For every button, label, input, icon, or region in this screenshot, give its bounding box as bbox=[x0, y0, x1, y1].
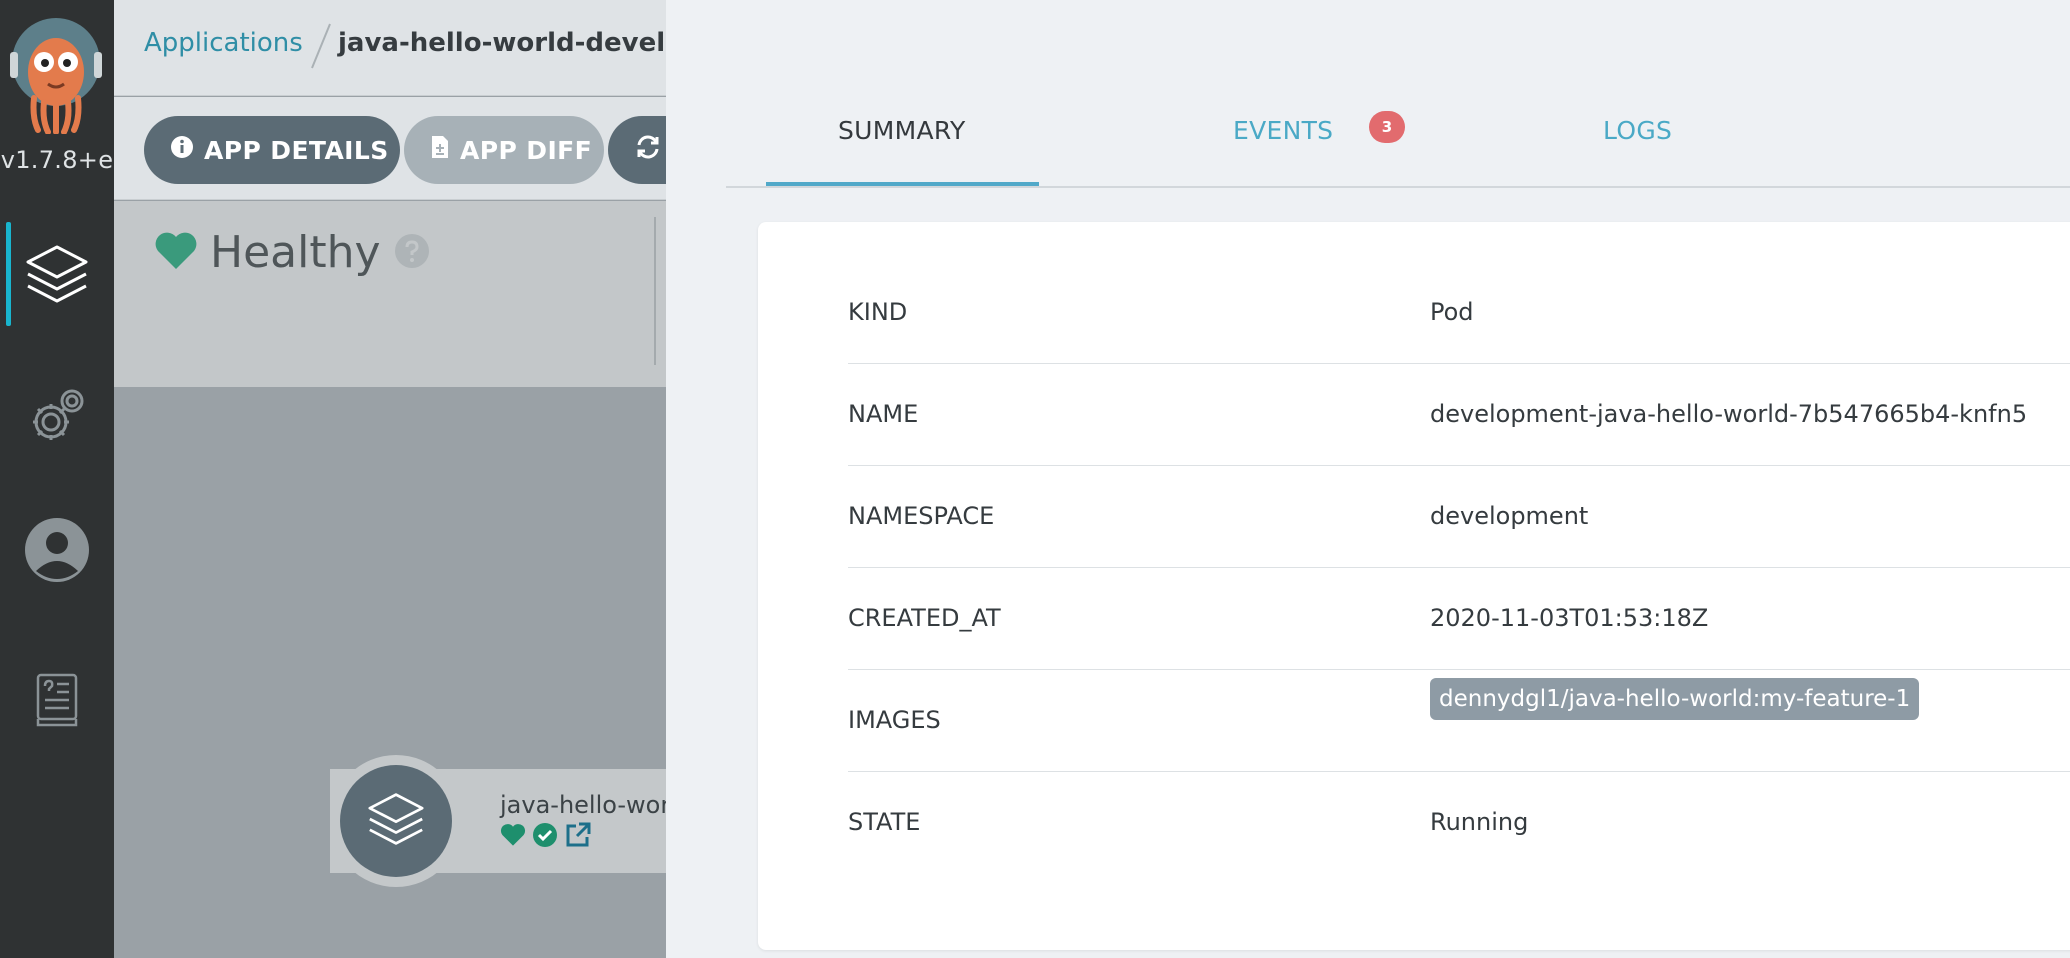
summary-row-state: STATE Running bbox=[848, 772, 2070, 874]
active-tab-indicator bbox=[766, 182, 1039, 186]
sidebar-item-documentation[interactable] bbox=[0, 648, 114, 752]
version-label: v1.7.8+e bbox=[0, 146, 114, 174]
created-at-value: 2020-11-03T01:53:18Z bbox=[1430, 604, 1709, 632]
sync-icon bbox=[634, 133, 662, 167]
app-node-name: java-hello-worl bbox=[500, 791, 677, 819]
app-node-status-icons bbox=[500, 821, 592, 853]
state-label: STATE bbox=[848, 808, 921, 836]
app-toolbar: APP DETAILS APP DIFF bbox=[114, 97, 728, 200]
sidebar: v1.7.8+e bbox=[0, 0, 114, 958]
user-icon bbox=[24, 517, 90, 583]
state-value: Running bbox=[1430, 808, 1529, 836]
top-bar: Applications java-hello-world-developmen bbox=[114, 0, 765, 96]
name-value: development-java-hello-world-7b547665b4-… bbox=[1430, 400, 2028, 428]
heart-icon bbox=[154, 231, 198, 275]
kind-label: KIND bbox=[848, 298, 908, 326]
created-at-label: CREATED_AT bbox=[848, 604, 1001, 632]
breadcrumb-applications-link[interactable]: Applications bbox=[144, 28, 303, 58]
app-diff-button[interactable]: APP DIFF bbox=[404, 116, 604, 184]
layers-icon bbox=[24, 243, 90, 305]
app-details-button[interactable]: APP DETAILS bbox=[144, 116, 400, 184]
kind-value: Pod bbox=[1430, 298, 1474, 326]
panel-tabs: SUMMARY EVENTS 3 LOGS bbox=[726, 0, 2070, 188]
summary-row-kind: KIND Pod bbox=[848, 262, 2070, 364]
summary-row-images: IMAGES dennydgl1/java-hello-world:my-fea… bbox=[848, 670, 2070, 772]
namespace-label: NAMESPACE bbox=[848, 502, 995, 530]
resource-tree-canvas: java-hello-worl bbox=[114, 387, 750, 958]
layers-icon bbox=[366, 791, 426, 851]
status-divider bbox=[654, 217, 656, 365]
tab-summary[interactable]: SUMMARY bbox=[838, 116, 966, 145]
gears-icon bbox=[27, 386, 87, 446]
app-diff-label: APP DIFF bbox=[460, 135, 593, 165]
images-label: IMAGES bbox=[848, 706, 941, 734]
summary-row-name: NAME development-java-hello-world-7b5476… bbox=[848, 364, 2070, 466]
namespace-value: development bbox=[1430, 502, 1589, 530]
check-circle-icon bbox=[532, 822, 558, 852]
app-node-icon-wrapper bbox=[330, 755, 462, 887]
summary-row-created-at: CREATED_AT 2020-11-03T01:53:18Z bbox=[848, 568, 2070, 670]
docs-icon bbox=[35, 672, 79, 728]
info-icon bbox=[170, 135, 194, 165]
name-label: NAME bbox=[848, 400, 919, 428]
summary-card: KIND Pod NAME development-java-hello-wor… bbox=[758, 222, 2070, 950]
file-diff-icon bbox=[430, 134, 450, 166]
image-tag: dennydgl1/java-hello-world:my-feature-1 bbox=[1430, 678, 1920, 720]
breadcrumb-separator bbox=[311, 23, 331, 69]
sidebar-item-settings[interactable] bbox=[0, 364, 114, 468]
health-status: Healthy bbox=[154, 227, 431, 278]
app-details-label: APP DETAILS bbox=[204, 135, 389, 165]
tab-events[interactable]: EVENTS bbox=[1233, 116, 1333, 145]
sidebar-item-user-info[interactable] bbox=[0, 498, 114, 602]
events-count-badge: 3 bbox=[1369, 111, 1405, 143]
resource-details-panel: SUMMARY EVENTS 3 LOGS KIND Pod NAME deve… bbox=[666, 0, 2070, 958]
help-icon[interactable] bbox=[393, 232, 431, 274]
heart-icon bbox=[500, 823, 526, 851]
external-link-icon[interactable] bbox=[564, 821, 592, 853]
argo-logo[interactable] bbox=[8, 14, 104, 135]
summary-row-namespace: NAMESPACE development bbox=[848, 466, 2070, 568]
sidebar-item-applications[interactable] bbox=[0, 222, 114, 326]
health-label: Healthy bbox=[210, 227, 381, 278]
status-panel: Healthy bbox=[114, 201, 674, 387]
tab-logs[interactable]: LOGS bbox=[1603, 116, 1672, 145]
